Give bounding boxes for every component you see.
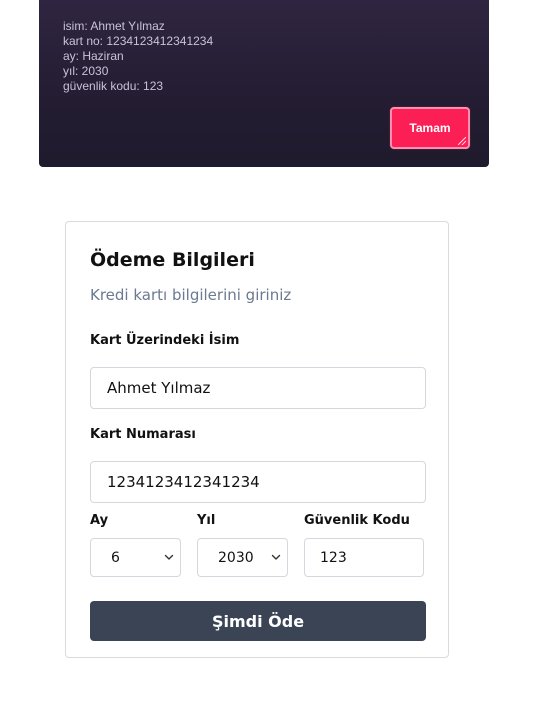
pay-now-button[interactable]: Şimdi Öde — [90, 601, 426, 641]
card-number-input[interactable] — [90, 461, 426, 503]
alert-line-month: ay: Haziran — [63, 49, 124, 63]
alert-dialog: isim: Ahmet Yılmaz kart no: 123412341234… — [39, 0, 489, 167]
card-name-input[interactable] — [90, 367, 426, 409]
year-label: Yıl — [197, 513, 216, 528]
payment-card: Ödeme Bilgileri Kredi kartı bilgilerini … — [65, 221, 449, 658]
chevron-down-icon — [271, 554, 281, 560]
ok-button-label: Tamam — [409, 121, 451, 135]
month-select[interactable]: 6 — [90, 538, 181, 577]
year-select-value: 2030 — [218, 549, 254, 566]
month-label: Ay — [90, 513, 109, 528]
alert-message: isim: Ahmet Yılmaz kart no: 123412341234… — [63, 19, 213, 94]
alert-line-security-code: güvenlik kodu: 123 — [63, 79, 164, 93]
security-code-input[interactable] — [304, 538, 424, 577]
security-code-label: Güvenlik Kodu — [304, 513, 410, 528]
alert-line-card-number: kart no: 1234123412341234 — [63, 34, 214, 48]
alert-line-year: yıl: 2030 — [63, 64, 109, 78]
month-select-value: 6 — [111, 549, 120, 566]
page-subtitle: Kredi kartı bilgilerini giriniz — [90, 286, 292, 304]
ok-button[interactable]: Tamam — [390, 107, 470, 149]
card-name-label: Kart Üzerindeki İsim — [90, 333, 240, 348]
page-title: Ödeme Bilgileri — [90, 249, 255, 271]
alert-line-name: isim: Ahmet Yılmaz — [63, 19, 165, 33]
pay-now-label: Şimdi Öde — [211, 611, 305, 631]
card-number-label: Kart Numarası — [90, 427, 196, 442]
year-select[interactable]: 2030 — [197, 538, 288, 577]
resize-grip-icon — [458, 137, 466, 145]
chevron-down-icon — [164, 554, 174, 560]
